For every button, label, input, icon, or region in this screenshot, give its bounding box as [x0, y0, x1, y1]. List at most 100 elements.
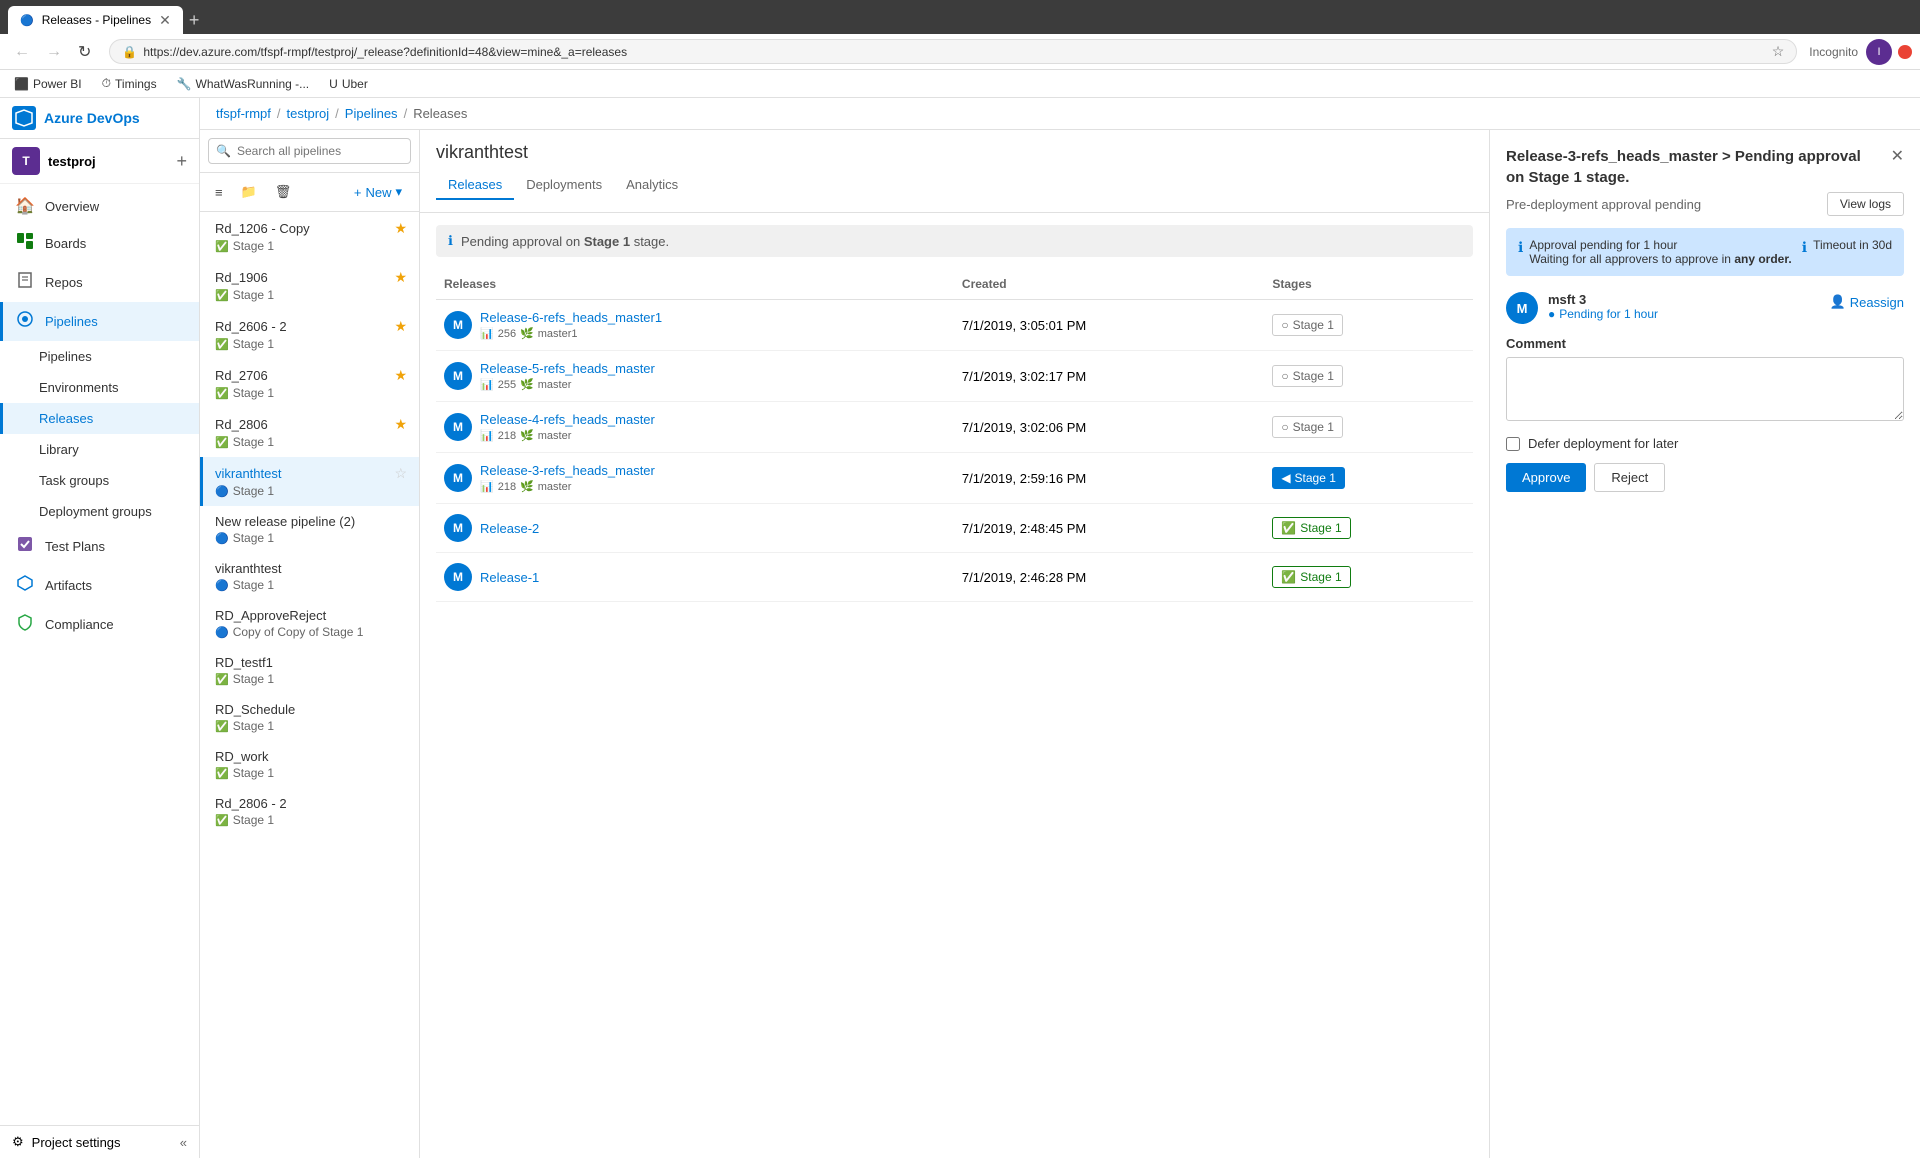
breadcrumb-org[interactable]: tfspf-rmpf — [216, 106, 271, 121]
delete-button[interactable]: 🗑 — [268, 179, 299, 205]
pipeline-item-rd2806-2[interactable]: Rd_2806 - 2 ✅ Stage 1 — [200, 788, 419, 835]
uber-icon: U — [329, 77, 338, 91]
project-settings-button[interactable]: ⚙ Project settings « — [0, 1125, 199, 1158]
view-logs-button[interactable]: View logs — [1827, 192, 1904, 216]
pipeline-name-rd1906: Rd_1906 — [215, 270, 268, 285]
pipeline-item-new-release[interactable]: New release pipeline (2) 🔵 Stage 1 — [200, 506, 419, 553]
folder-view-button[interactable]: 📁 — [234, 179, 264, 205]
sidebar-item-repos[interactable]: Repos — [0, 263, 199, 302]
search-input[interactable] — [208, 138, 411, 164]
pipeline-item-vikranthtest[interactable]: vikranthtest ☆ 🔵 Stage 1 — [200, 457, 419, 506]
release-link-1[interactable]: Release-1 — [480, 570, 539, 585]
defer-checkbox-input[interactable] — [1506, 437, 1520, 451]
sidebar-item-pipelines-sub[interactable]: Pipelines — [0, 341, 199, 372]
forward-button[interactable]: → — [40, 39, 68, 65]
reject-button[interactable]: Reject — [1594, 463, 1665, 492]
bookmark-star-icon[interactable]: ☆ — [1772, 43, 1785, 60]
reassign-button[interactable]: 👤 Reassign — [1830, 292, 1904, 312]
release-link-3[interactable]: Release-3-refs_heads_master — [480, 463, 655, 478]
stage-status-icon-work: ✅ — [215, 767, 229, 780]
approve-button[interactable]: Approve — [1506, 463, 1586, 492]
pipeline-item-vikranthtest2[interactable]: vikranthtest 🔵 Stage 1 — [200, 553, 419, 600]
tab-deployments[interactable]: Deployments — [514, 171, 614, 200]
pipeline-item-rd2706[interactable]: Rd_2706 ★ ✅ Stage 1 — [200, 359, 419, 408]
tab-releases[interactable]: Releases — [436, 171, 514, 200]
back-button[interactable]: ← — [8, 39, 36, 65]
sidebar-item-releases[interactable]: Releases — [0, 403, 199, 434]
stage-badge-6[interactable]: ○ Stage 1 — [1272, 314, 1343, 336]
pipeline-item-rd2606[interactable]: Rd_2606 - 2 ★ ✅ Stage 1 — [200, 310, 419, 359]
star-icon-rd1906[interactable]: ★ — [394, 269, 407, 286]
breadcrumb-pipelines[interactable]: Pipelines — [345, 106, 398, 121]
pipeline-item-rd-testf1[interactable]: RD_testf1 ✅ Stage 1 — [200, 647, 419, 694]
bookmark-whatwasrunning[interactable]: 🔧 WhatWasRunning -... — [171, 75, 316, 93]
refresh-button[interactable]: ↻ — [72, 38, 97, 66]
star-icon-rd2606[interactable]: ★ — [394, 318, 407, 335]
stage-status-icon-vikranthtest2: 🔵 — [215, 579, 229, 592]
release-avatar-4: M — [444, 413, 472, 441]
release-detail-panel: vikranthtest Releases Deployments Analyt… — [420, 130, 1490, 1158]
tab-analytics[interactable]: Analytics — [614, 171, 690, 200]
release-created-5: 7/1/2019, 3:02:17 PM — [954, 351, 1264, 402]
sidebar-item-library[interactable]: Library — [0, 434, 199, 465]
add-project-button[interactable]: + — [176, 151, 187, 172]
stage-label-vikranthtest: Stage 1 — [233, 484, 274, 498]
pipeline-item-rd1206[interactable]: Rd_1206 - Copy ★ ✅ Stage 1 — [200, 212, 419, 261]
pipeline-panel: 🔍 ≡ 📁 🗑 + New ▾ — [200, 130, 420, 1158]
stage-status-icon-rd2806: ✅ — [215, 436, 229, 449]
sidebar-item-deployment-groups[interactable]: Deployment groups — [0, 496, 199, 527]
address-bar[interactable]: 🔒 https://dev.azure.com/tfspf-rmpf/testp… — [109, 39, 1797, 64]
star-icon-rd2706[interactable]: ★ — [394, 367, 407, 384]
stage-status-icon-rd2606: ✅ — [215, 338, 229, 351]
sidebar-item-compliance[interactable]: Compliance — [0, 605, 199, 644]
pipeline-item-rd-work[interactable]: RD_work ✅ Stage 1 — [200, 741, 419, 788]
pipeline-item-rd1906[interactable]: Rd_1906 ★ ✅ Stage 1 — [200, 261, 419, 310]
sidebar-item-test-plans[interactable]: Test Plans — [0, 527, 199, 566]
stage-badge-5[interactable]: ○ Stage 1 — [1272, 365, 1343, 387]
breadcrumb-project[interactable]: testproj — [287, 106, 330, 121]
stage-badge-1[interactable]: ✅ Stage 1 — [1272, 566, 1350, 588]
star-icon-rd2806[interactable]: ★ — [394, 416, 407, 433]
comment-textarea[interactable] — [1506, 357, 1904, 421]
sidebar-item-artifacts[interactable]: Artifacts — [0, 566, 199, 605]
pipelines-icon — [15, 310, 35, 333]
pipeline-item-rd2806[interactable]: Rd_2806 ★ ✅ Stage 1 — [200, 408, 419, 457]
sidebar-item-environments[interactable]: Environments — [0, 372, 199, 403]
defer-checkbox-label[interactable]: Defer deployment for later — [1506, 436, 1904, 451]
profile-avatar[interactable]: I — [1866, 39, 1892, 65]
bookmark-powerbi[interactable]: ⬛ Power BI — [8, 75, 88, 93]
list-view-button[interactable]: ≡ — [208, 180, 230, 205]
tab-favicon: 🔵 — [20, 14, 34, 27]
new-pipeline-button[interactable]: + New ▾ — [345, 179, 411, 205]
table-row: M Release-2 7/1/2019, 2:48:45 PM — [436, 504, 1473, 553]
close-approval-panel-button[interactable]: ✕ — [1891, 146, 1904, 166]
stage-badge-4[interactable]: ○ Stage 1 — [1272, 416, 1343, 438]
bookmark-uber[interactable]: U Uber — [323, 75, 374, 93]
star-icon-vikranthtest[interactable]: ☆ — [394, 465, 407, 482]
release-link-6[interactable]: Release-6-refs_heads_master1 — [480, 310, 662, 325]
bookmark-timings[interactable]: ⏱ Timings — [96, 74, 163, 93]
stage-badge-3[interactable]: ◀ Stage 1 — [1272, 467, 1345, 489]
active-tab[interactable]: 🔵 Releases - Pipelines ✕ — [8, 6, 183, 34]
tab-close-button[interactable]: ✕ — [159, 13, 171, 27]
project-header[interactable]: T testproj + — [0, 139, 199, 184]
collapse-icon[interactable]: « — [180, 1135, 187, 1150]
star-icon-rd1206[interactable]: ★ — [394, 220, 407, 237]
action-buttons: Approve Reject — [1506, 463, 1904, 492]
chevron-down-icon: ▾ — [395, 184, 402, 200]
sidebar-item-pipelines[interactable]: Pipelines — [0, 302, 199, 341]
sidebar-item-overview[interactable]: 🏠 Overview — [0, 188, 199, 224]
release-link-2[interactable]: Release-2 — [480, 521, 539, 536]
artifacts-icon — [15, 574, 35, 597]
sidebar-item-boards[interactable]: Boards — [0, 224, 199, 263]
stage-status-icon-approvereject: 🔵 — [215, 626, 229, 639]
powerbi-icon: ⬛ — [14, 77, 29, 91]
release-created-2: 7/1/2019, 2:48:45 PM — [954, 504, 1264, 553]
sidebar-item-task-groups[interactable]: Task groups — [0, 465, 199, 496]
stage-badge-2[interactable]: ✅ Stage 1 — [1272, 517, 1350, 539]
release-link-4[interactable]: Release-4-refs_heads_master — [480, 412, 655, 427]
pipeline-item-rd-schedule[interactable]: RD_Schedule ✅ Stage 1 — [200, 694, 419, 741]
pipeline-item-rd-approvereject[interactable]: RD_ApproveReject 🔵 Copy of Copy of Stage… — [200, 600, 419, 647]
release-link-5[interactable]: Release-5-refs_heads_master — [480, 361, 655, 376]
new-tab-button[interactable]: + — [183, 10, 206, 31]
